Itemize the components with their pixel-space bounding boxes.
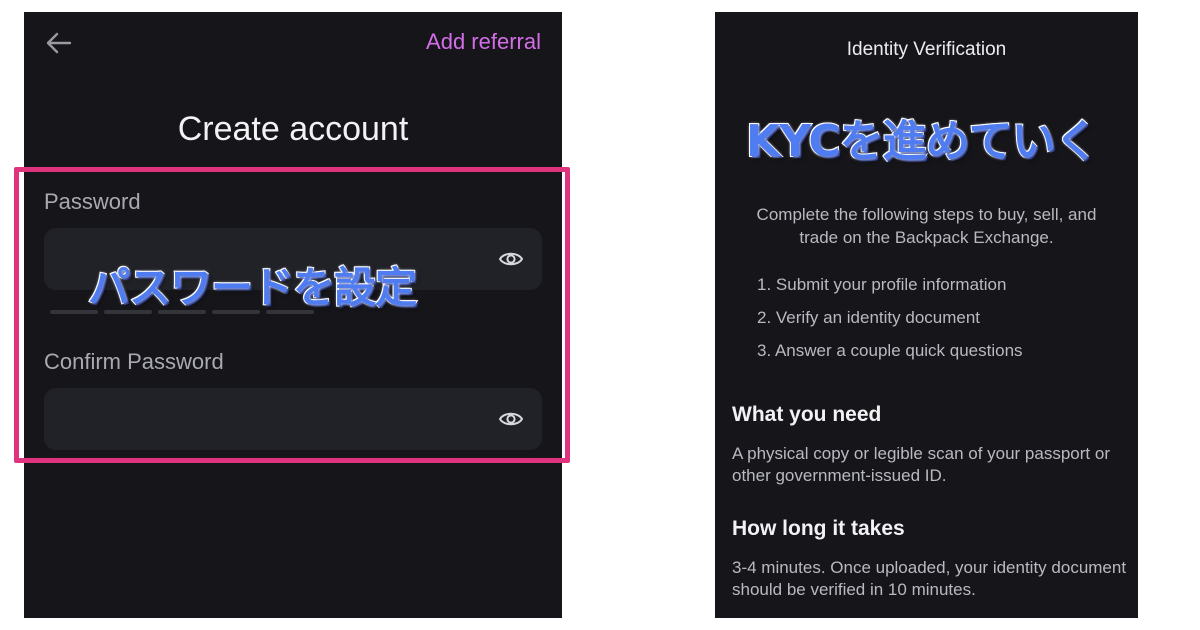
- steps-list: 1. Submit your profile information 2. Ve…: [757, 274, 1023, 373]
- identity-verification-screen: Identity Verification Complete the follo…: [715, 12, 1138, 618]
- add-referral-link[interactable]: Add referral: [426, 29, 541, 55]
- how-long-text: 3-4 minutes. Once uploaded, your identit…: [732, 558, 1127, 599]
- what-you-need-text: A physical copy or legible scan of your …: [732, 444, 1110, 485]
- arrow-left-icon: [46, 32, 72, 54]
- intro-text: Complete the following steps to buy, sel…: [756, 205, 1097, 247]
- step-item: 1. Submit your profile information: [757, 275, 1007, 294]
- step-item: 2. Verify an identity document: [757, 308, 981, 327]
- screen-header: Identity Verification: [846, 39, 1007, 60]
- page-title: Create account: [177, 110, 409, 148]
- kyc-annotation: KYCを進めていく: [745, 115, 1100, 168]
- what-you-need-heading: What you need: [732, 403, 882, 426]
- how-long-heading: How long it takes: [732, 517, 905, 540]
- step-item: 3. Answer a couple quick questions: [757, 341, 1023, 360]
- password-annotation: パスワードを設定: [87, 262, 418, 313]
- back-button[interactable]: [40, 28, 76, 58]
- password-highlight-frame: [14, 167, 570, 463]
